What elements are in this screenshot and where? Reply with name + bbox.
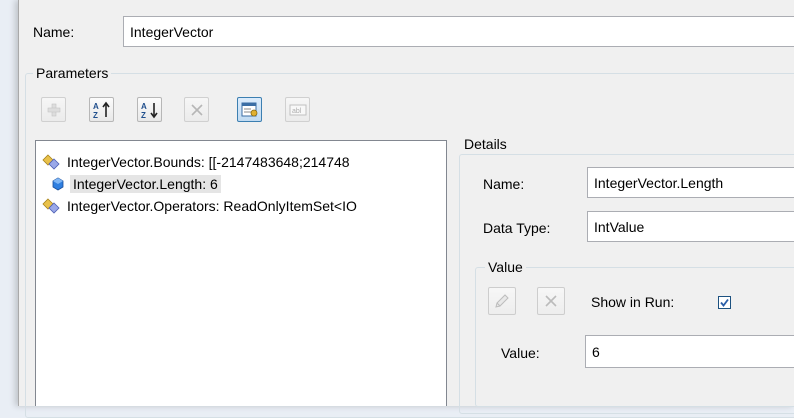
show-in-run-label: Show in Run: (591, 294, 675, 310)
svg-text:A: A (93, 102, 99, 111)
data-type-field[interactable]: IntValue (587, 211, 794, 242)
tree-item-label: IntegerVector.Bounds: [[-2147483648;2147… (67, 154, 350, 170)
svg-text:Z: Z (93, 111, 98, 119)
properties-icon (241, 102, 257, 116)
details-name-label: Name: (483, 176, 525, 192)
name-field[interactable]: IntegerVector (123, 16, 794, 47)
data-type-value: IntValue (594, 218, 645, 235)
svg-text:A: A (141, 102, 147, 111)
close-x-icon (545, 295, 557, 307)
name-field-value: IntegerVector (130, 23, 214, 40)
parameter-diamond-icon (42, 154, 60, 170)
svg-text:Z: Z (141, 111, 146, 119)
checkmark-icon (720, 298, 729, 307)
details-name-value: IntegerVector.Length (594, 174, 724, 191)
pencil-icon (495, 294, 509, 308)
edit-value-button[interactable] (488, 287, 516, 315)
add-parameter-button[interactable] (41, 97, 66, 122)
sort-descending-button[interactable]: A Z (137, 97, 162, 122)
clear-value-button[interactable] (537, 287, 565, 315)
value-label: Value: (501, 345, 540, 361)
parameters-group-title: Parameters (33, 65, 112, 81)
tree-item-operators[interactable]: IntegerVector.Operators: ReadOnlyItemSet… (42, 195, 360, 217)
tree-item-label: IntegerVector.Length: 6 (70, 175, 221, 193)
show-in-run-checkbox[interactable] (718, 296, 731, 309)
value-parameter-icon (52, 176, 66, 192)
value-field-value: 6 (592, 343, 600, 360)
details-group-title: Details (461, 136, 510, 152)
show-properties-button[interactable] (237, 97, 262, 122)
parameter-tree[interactable]: IntegerVector.Bounds: [[-2147483648;2147… (35, 140, 447, 406)
data-type-label: Data Type: (483, 220, 551, 236)
remove-parameter-button[interactable] (184, 97, 209, 122)
svg-text:abl: abl (292, 108, 302, 115)
details-name-field[interactable]: IntegerVector.Length (587, 167, 794, 198)
textbox-icon: abl (289, 104, 306, 115)
tree-item-length[interactable]: IntegerVector.Length: 6 (52, 173, 221, 195)
plus-icon (47, 103, 60, 116)
tree-item-bounds[interactable]: IntegerVector.Bounds: [[-2147483648;2147… (42, 151, 353, 173)
close-x-icon (190, 103, 203, 116)
sort-az-descending-icon: A Z (141, 102, 158, 119)
parameter-editor-window: Name: IntegerVector Parameters A Z A Z a… (18, 0, 794, 418)
sort-az-ascending-icon: A Z (93, 101, 110, 119)
value-field[interactable]: 6 (585, 335, 794, 368)
value-group-title: Value (485, 259, 526, 275)
parameter-diamond-icon (42, 198, 60, 214)
tree-item-label: IntegerVector.Operators: ReadOnlyItemSet… (67, 198, 357, 214)
edit-text-button[interactable]: abl (285, 97, 310, 122)
name-label: Name: (33, 24, 75, 40)
sort-ascending-button[interactable]: A Z (89, 97, 114, 122)
